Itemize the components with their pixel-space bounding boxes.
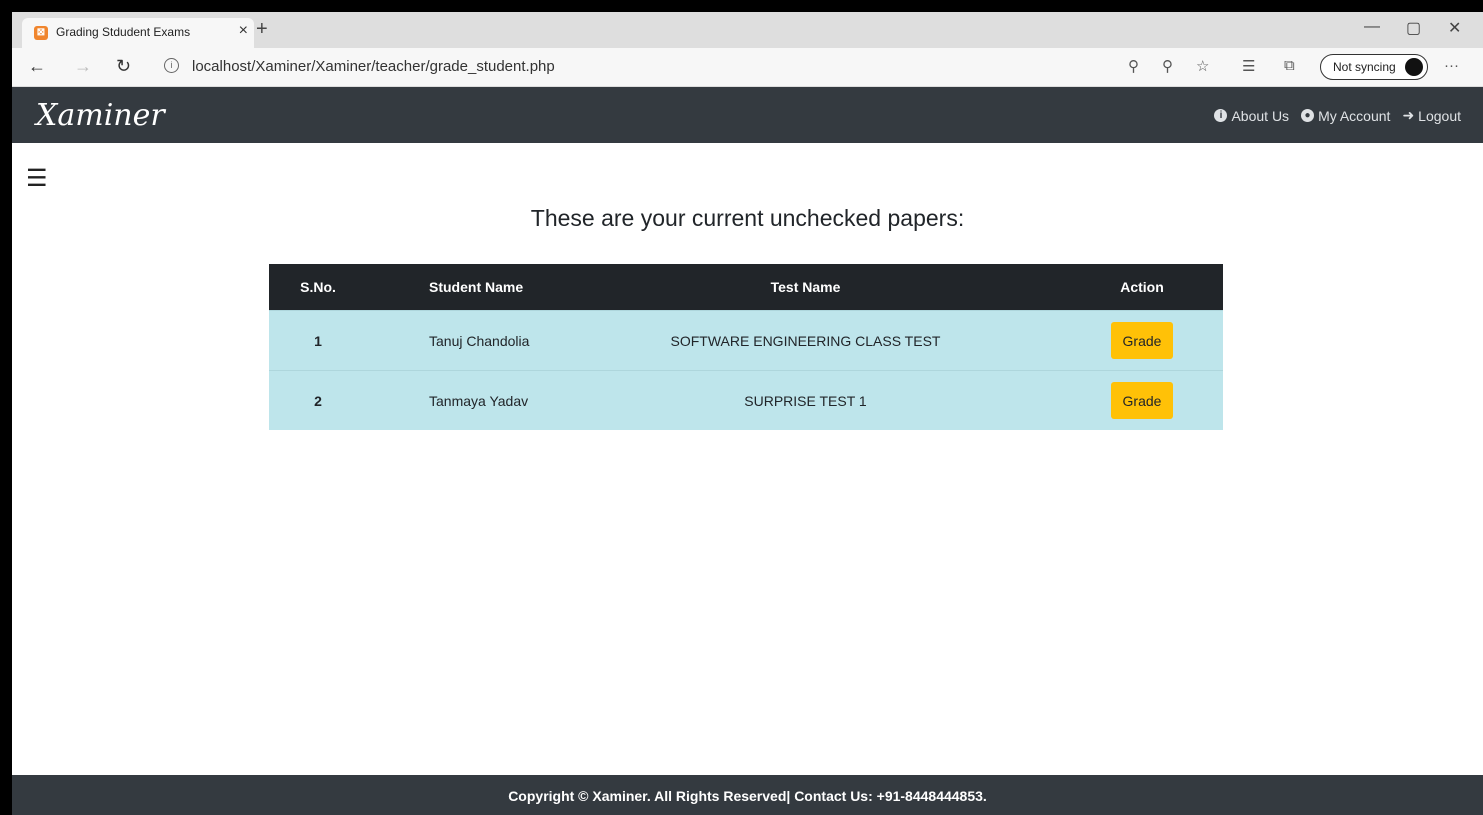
nav-logout[interactable]: ➜ Logout (1402, 107, 1461, 124)
grade-button[interactable]: Grade (1111, 382, 1173, 419)
close-tab-icon[interactable]: × (239, 22, 248, 40)
table-row: 2 Tanmaya Yadav SURPRISE TEST 1 Grade (269, 370, 1223, 430)
row-action: Grade (1061, 310, 1223, 371)
col-action: Action (1061, 264, 1223, 311)
grade-button[interactable]: Grade (1111, 322, 1173, 359)
collections-icon[interactable]: ⧉ (1284, 57, 1295, 74)
favorites-list-icon[interactable]: ☰ (1242, 57, 1255, 75)
site-info-icon[interactable]: i (164, 58, 179, 73)
forward-icon[interactable]: → (74, 56, 92, 77)
page-heading: These are your current unchecked papers: (530, 205, 965, 231)
footer: Copyright © Xaminer. All Rights Reserved… (12, 775, 1483, 815)
unchecked-papers-table: S.No. Student Name Test Name Action 1 Ta… (269, 264, 1223, 430)
nav-about-us[interactable]: i About Us (1214, 107, 1289, 124)
profile-avatar (1405, 58, 1423, 76)
nav-logout-label: Logout (1418, 107, 1461, 124)
info-icon: i (1214, 109, 1228, 122)
col-sno: S.No. (269, 264, 367, 311)
more-menu-icon[interactable]: ··· (1444, 57, 1459, 74)
tab-bar: ⊠ Grading Stdudent Exams × + — ▢ ✕ (12, 12, 1483, 48)
row-test-name: SURPRISE TEST 1 (550, 370, 1061, 430)
row-student-name: Tanmaya Yadav (367, 370, 550, 430)
tab-title: Grading Stdudent Exams (56, 25, 191, 39)
back-icon[interactable]: ← (28, 56, 46, 77)
nav-my-account-label: My Account (1318, 107, 1391, 124)
table-header-row: S.No. Student Name Test Name Action (269, 264, 1223, 311)
nav-about-us-label: About Us (1231, 107, 1290, 124)
refresh-icon[interactable]: ↻ (116, 56, 131, 77)
user-icon: ● (1301, 109, 1315, 122)
key-icon[interactable]: ⚲ (1128, 57, 1139, 75)
browser-tab[interactable]: ⊠ Grading Stdudent Exams × (22, 18, 254, 48)
row-action: Grade (1061, 370, 1223, 430)
browser-window: ⊠ Grading Stdudent Exams × + — ▢ ✕ ← → ↻… (12, 12, 1483, 815)
favorite-star-icon[interactable]: ☆ (1196, 57, 1209, 75)
window-close-icon[interactable]: ✕ (1448, 18, 1461, 38)
sync-label: Not syncing (1333, 60, 1396, 74)
sync-button[interactable]: Not syncing (1320, 54, 1428, 80)
brand-logo[interactable]: Xaminer (36, 98, 165, 133)
url-field[interactable]: localhost/Xaminer/Xaminer/teacher/grade_… (192, 58, 555, 75)
address-bar: ← → ↻ i localhost/Xaminer/Xaminer/teache… (12, 48, 1483, 87)
sidebar-menu-icon[interactable]: ☰ (26, 164, 48, 193)
row-sno: 2 (269, 370, 367, 430)
nav-my-account[interactable]: ● My Account (1301, 107, 1390, 124)
xampp-favicon-icon: ⊠ (34, 26, 48, 40)
table-row: 1 Tanuj Chandolia SOFTWARE ENGINEERING C… (269, 310, 1223, 371)
app-navbar: Xaminer i About Us ● My Account ➜ Logout (12, 87, 1483, 143)
new-tab-icon[interactable]: + (256, 18, 268, 41)
col-student-name: Student Name (367, 264, 550, 311)
row-student-name: Tanuj Chandolia (367, 310, 550, 371)
maximize-icon[interactable]: ▢ (1406, 18, 1421, 38)
row-test-name: SOFTWARE ENGINEERING CLASS TEST (550, 310, 1061, 371)
zoom-icon[interactable]: ⚲ (1162, 57, 1173, 75)
nav-links: i About Us ● My Account ➜ Logout (1214, 107, 1461, 124)
row-sno: 1 (269, 310, 367, 371)
col-test-name: Test Name (550, 264, 1061, 311)
logout-icon: ➜ (1402, 107, 1415, 123)
minimize-icon[interactable]: — (1364, 18, 1380, 36)
